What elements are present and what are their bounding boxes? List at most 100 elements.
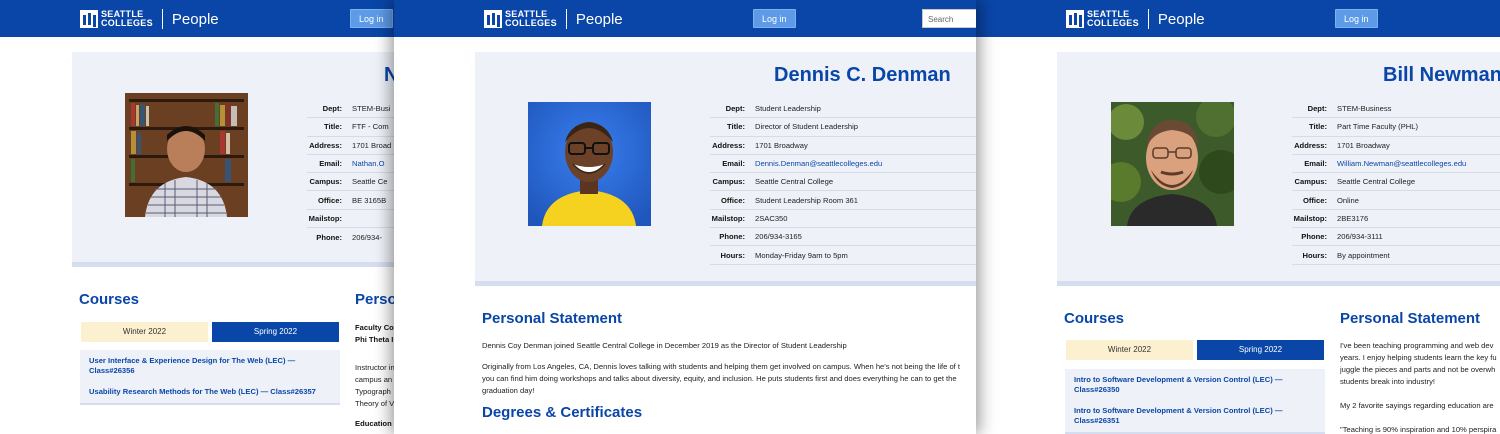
field-value: 206/934-3111 (1337, 232, 1383, 242)
field-title: Title: FTF - Com (307, 118, 394, 137)
statement-line: Typograph (355, 387, 391, 396)
field-label: Mailstop: (711, 213, 745, 223)
profile-photo (1111, 102, 1234, 226)
seattle-colleges-logo-icon (1066, 10, 1084, 28)
field-address: Address: 1701 Broadway (710, 137, 976, 155)
personal-statement-heading: Personal Statement (482, 310, 623, 327)
statement-line: I've been teaching programming and web d… (1340, 341, 1494, 350)
courses-heading: Courses (79, 291, 140, 308)
field-office: Office: Student Leadership Room 361 (710, 191, 976, 210)
statement-line: students break into industry! (1340, 377, 1435, 386)
field-phone: Phone: 206/934- (307, 228, 394, 246)
seattle-colleges-logo-icon (484, 10, 502, 28)
field-label: Title: (1308, 122, 1327, 132)
field-title: Title: Part Time Faculty (PHL) (1292, 118, 1500, 137)
profile-photo-image (1111, 102, 1234, 226)
top-navigation-bar: SEATTLE COLLEGES People Log in (976, 0, 1500, 37)
field-value: 206/934-3165 (755, 232, 802, 242)
statement-line: Instructor in (355, 363, 394, 372)
seattle-colleges-logo[interactable]: SEATTLE COLLEGES People (80, 9, 219, 29)
top-navigation-bar: SEATTLE COLLEGES People Log in Search (394, 0, 976, 37)
email-link[interactable]: Nathan.O (352, 159, 385, 168)
search-input[interactable]: Search (922, 9, 976, 28)
top-navigation-bar: SEATTLE COLLEGES People Log in (0, 0, 394, 37)
field-value: 206/934- (352, 232, 382, 242)
statement-line: campus an (355, 375, 393, 384)
field-title: Title: Director of Student Leadership (710, 118, 976, 137)
statement-paragraph: Dennis Coy Denman joined Seattle Central… (482, 341, 847, 350)
field-email: Email: Nathan.O (307, 155, 394, 174)
field-address: Address: 1701 Broadway (1292, 137, 1500, 155)
statement-line: graduation day! (482, 386, 535, 395)
field-value: STEM-Busi (352, 104, 391, 114)
profile-card: Dennis C. Denman Dept: Student Leadership… (475, 52, 976, 286)
field-label: Title: (726, 122, 745, 132)
field-label: Phone: (719, 232, 745, 242)
field-email: Email: William.Newman@seattlecolleges.edu (1292, 155, 1500, 174)
field-dept: Dept: STEM-Busi (307, 100, 394, 119)
email-link[interactable]: William.Newman@seattlecolleges.edu (1337, 159, 1466, 168)
field-value: BE 3165B (352, 195, 387, 205)
field-label: Campus: (1294, 177, 1328, 187)
field-office: Office: BE 3165B (307, 191, 394, 210)
course-link[interactable]: Usability Research Methods for The Web (… (80, 381, 340, 405)
profile-photo (125, 93, 248, 217)
tab-winter-2022[interactable]: Winter 2022 (1066, 340, 1193, 360)
field-label: Dept: (725, 104, 745, 114)
profile-photo-image (528, 102, 651, 226)
login-button[interactable]: Log in (350, 9, 393, 28)
login-button[interactable]: Log in (753, 9, 796, 28)
statement-line: Originally from Los Angeles, CA, Dennis … (482, 362, 961, 371)
education-heading: Education (355, 419, 392, 428)
field-value: Seattle Central College (1337, 177, 1416, 187)
course-link[interactable]: Intro to Software Development & Version … (1065, 400, 1325, 434)
field-label: Address: (1294, 140, 1327, 150)
field-value: 1701 Broad (352, 140, 392, 150)
seattle-colleges-logo[interactable]: SEATTLE COLLEGES People (484, 9, 623, 29)
seattle-colleges-logo[interactable]: SEATTLE COLLEGES People (1066, 9, 1205, 29)
field-value: Student Leadership (755, 104, 821, 114)
field-dept: Dept: Student Leadership (710, 100, 976, 119)
field-dept: Dept: STEM-Business (1292, 100, 1500, 119)
field-value: Director of Student Leadership (755, 122, 858, 132)
course-link[interactable]: User Interface & Experience Design for T… (80, 350, 340, 384)
login-button[interactable]: Log in (1335, 9, 1378, 28)
field-value: 2BE3176 (1337, 213, 1369, 223)
profile-fields: Dept: STEM-Business Title: Part Time Facul… (1292, 100, 1500, 265)
term-tabs: Winter 2022 Spring 2022 (81, 322, 339, 342)
email-link[interactable]: Dennis.Denman@seattlecolleges.edu (755, 159, 882, 168)
tab-spring-2022[interactable]: Spring 2022 (212, 322, 339, 342)
field-label: Office: (317, 195, 342, 205)
field-label: Email: (722, 159, 745, 169)
profile-card: Bill Newman Dept: STEM-Business Title: Par… (1057, 52, 1500, 286)
field-label: Address: (309, 140, 342, 150)
logo-text-line2: COLLEGES (505, 18, 557, 28)
field-label: Dept: (322, 104, 342, 114)
tab-spring-2022[interactable]: Spring 2022 (1197, 340, 1324, 360)
field-hours: Hours: Monday-Friday 9am to 5pm (710, 246, 976, 265)
field-value: 1701 Broadway (755, 140, 808, 150)
statement-paragraph: "Teaching is 90% inspiration and 10% per… (1340, 425, 1497, 434)
field-campus: Campus: Seattle Ce (307, 173, 394, 192)
field-office: Office: Online (1292, 191, 1500, 210)
field-label: Campus: (309, 177, 343, 187)
tab-winter-2022[interactable]: Winter 2022 (81, 322, 208, 342)
field-label: Email: (319, 159, 342, 169)
logo-divider (565, 9, 567, 29)
field-hours: Hours: By appointment (1292, 246, 1500, 265)
field-label: Phone: (316, 232, 342, 242)
field-label: Hours: (720, 250, 745, 260)
field-label: Email: (1304, 159, 1327, 169)
app-title: People (1157, 10, 1205, 28)
profile-photo (528, 102, 651, 226)
field-label: Mailstop: (1293, 213, 1327, 223)
field-value: FTF - Com (352, 122, 389, 132)
course-link[interactable]: Intro to Software Development & Version … (1065, 369, 1325, 403)
field-value: 1701 Broadway (1337, 140, 1390, 150)
field-label: Office: (720, 195, 745, 205)
logo-divider (161, 9, 163, 29)
field-value: Monday-Friday 9am to 5pm (755, 250, 848, 260)
statement-line: years. I enjoy helping students learn th… (1340, 353, 1497, 362)
field-mailstop: Mailstop: 2SAC350 (710, 210, 976, 229)
field-label: Mailstop: (308, 213, 342, 223)
